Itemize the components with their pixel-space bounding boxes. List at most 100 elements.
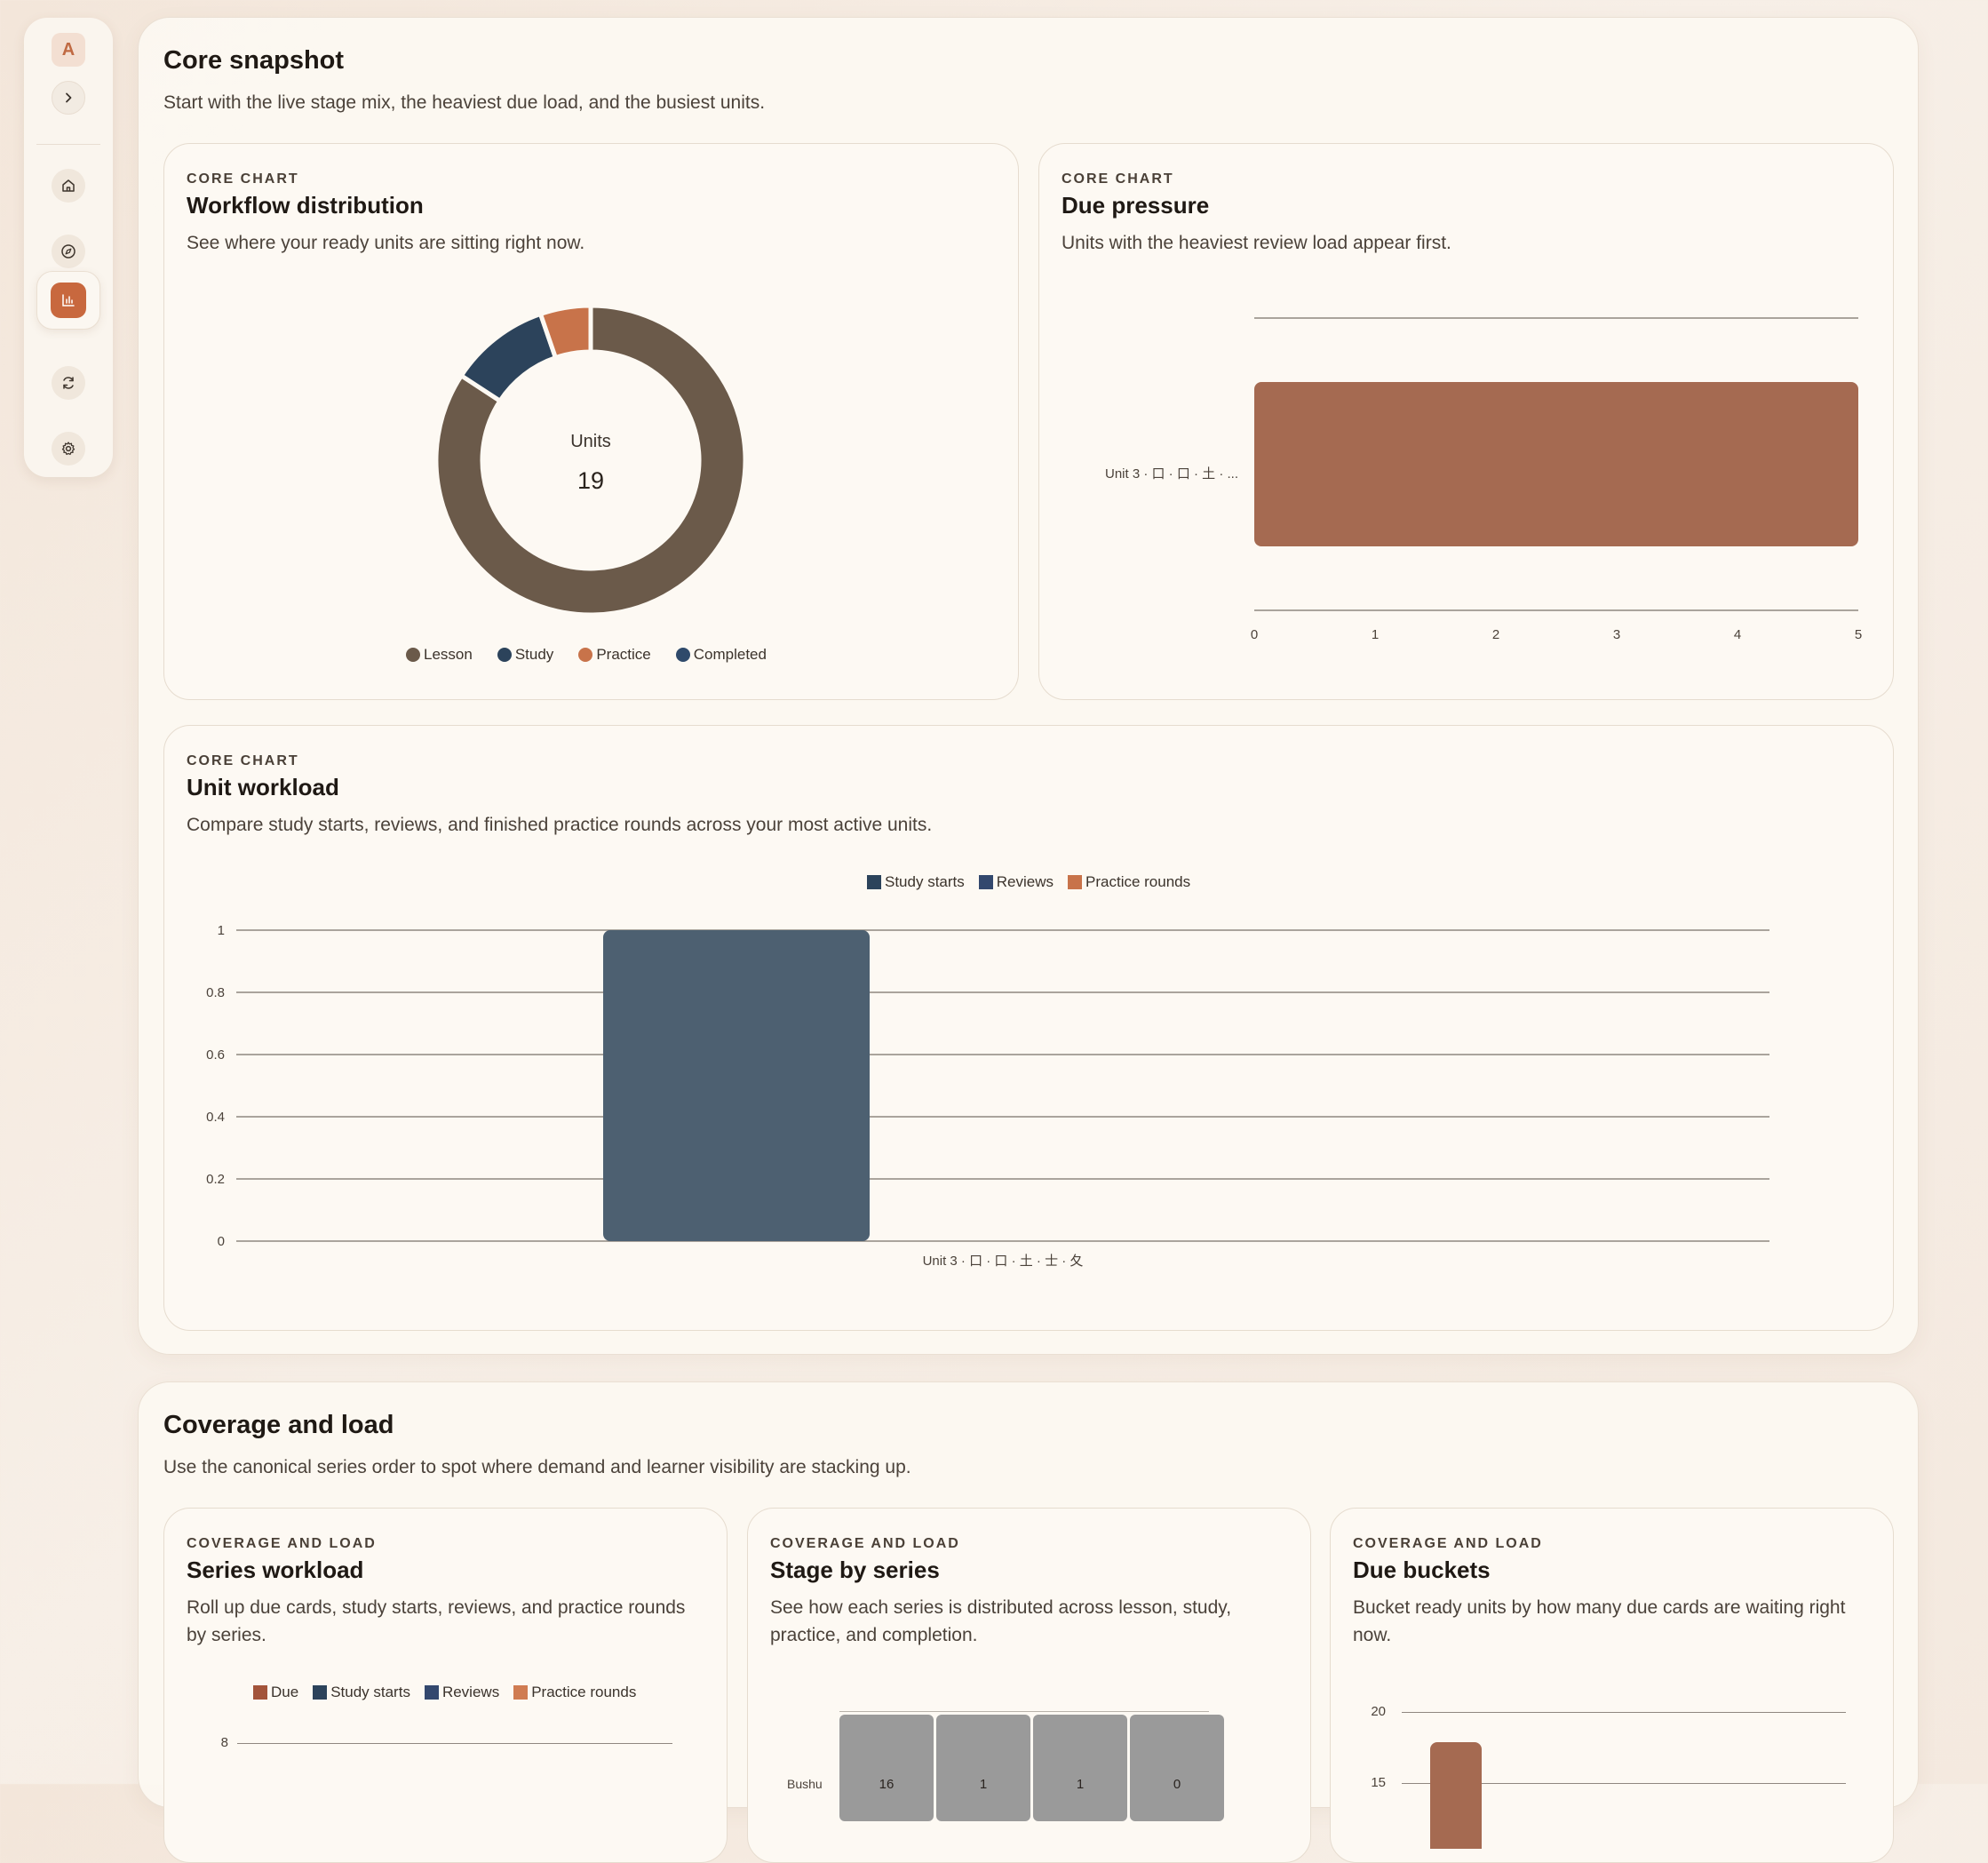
card-subtitle: See where your ready units are sitting r… — [187, 233, 585, 253]
legend-swatch — [675, 648, 690, 662]
x-tick-label: 0 — [1251, 627, 1258, 642]
refresh-icon — [63, 377, 74, 389]
stage-cell[interactable]: 1 — [1033, 1715, 1127, 1821]
legend-item-practice[interactable]: Practice — [578, 646, 651, 664]
sidebar-item-explore[interactable] — [52, 235, 85, 268]
workflow-distribution-card: CORE CHART Workflow distribution See whe… — [163, 143, 1019, 700]
stage-cell[interactable]: 16 — [839, 1715, 934, 1821]
chevron-right-icon — [66, 92, 72, 103]
legend-item-study[interactable]: Study — [497, 646, 553, 664]
y-tick-label: 0.6 — [206, 1047, 225, 1063]
card-eyebrow: CORE CHART — [187, 171, 299, 187]
x-tick-label: 1 — [1372, 627, 1379, 642]
card-title: Stage by series — [770, 1556, 940, 1583]
section-subtitle: Use the canonical series order to spot w… — [163, 1457, 911, 1477]
legend-item-completed[interactable]: Completed — [675, 646, 767, 664]
expand-sidebar-button[interactable] — [52, 81, 85, 115]
legend-label: Due — [271, 1684, 299, 1700]
legend-item-due[interactable]: Due — [253, 1684, 298, 1701]
legend-label: Practice rounds — [531, 1684, 637, 1700]
x-tick-label: 2 — [1492, 627, 1499, 642]
legend-label: Study — [514, 646, 554, 663]
card-eyebrow: COVERAGE AND LOAD — [187, 1536, 377, 1551]
due-buckets-card: COVERAGE AND LOAD Due buckets Bucket rea… — [1330, 1508, 1894, 1863]
bucket-bar[interactable] — [1430, 1742, 1482, 1849]
home-icon — [62, 179, 75, 192]
legend-swatch — [578, 648, 593, 662]
y-tick-label: 0.4 — [206, 1110, 225, 1125]
legend-swatch — [406, 648, 420, 662]
card-title: Series workload — [187, 1556, 364, 1583]
stage-cell[interactable]: 1 — [936, 1715, 1030, 1821]
due-pressure-card: CORE CHART Due pressure Units with the h… — [1038, 143, 1894, 700]
sidebar-item-stats[interactable] — [36, 271, 100, 330]
legend-label: Lesson — [424, 646, 473, 663]
legend-swatch — [424, 1685, 439, 1700]
compass-icon — [61, 244, 76, 259]
workflow-legend: Lesson Study Practice Completed — [406, 646, 767, 664]
legend-label: Completed — [693, 646, 767, 663]
sidebar: A — [24, 18, 113, 477]
x-tick-label: 5 — [1855, 627, 1862, 642]
legend-item-study-starts[interactable]: Study starts — [313, 1684, 410, 1701]
x-category-label: Unit 3 · 口 · 口 · 土 · 士 · 夂 — [923, 1254, 1084, 1269]
core-snapshot-section: Core snapshot Start with the live stage … — [138, 17, 1919, 1355]
card-subtitle: Bucket ready units by how many due cards… — [1353, 1597, 1846, 1645]
sidebar-divider — [36, 144, 100, 145]
card-eyebrow: COVERAGE AND LOAD — [1353, 1536, 1543, 1551]
y-tick-label: 1 — [218, 923, 225, 938]
stage-cell[interactable]: 0 — [1130, 1715, 1224, 1821]
gridline — [1402, 1712, 1846, 1713]
sidebar-item-sync[interactable] — [52, 366, 85, 400]
y-tick-label: 20 — [1371, 1704, 1386, 1719]
due-pressure-bar-chart: 0 1 2 3 4 5 Unit 3 · 口 · 口 · 土 · ... — [1105, 317, 1862, 642]
y-tick-label: 0.8 — [206, 985, 225, 1000]
unit-workload-bar-chart: 1 0.8 0.6 0.4 0.2 0 Unit 3 · 口 · 口 · 土 · 士 · 夂 — [206, 923, 1769, 1269]
sidebar-item-home[interactable] — [52, 169, 85, 203]
legend-label: Practice — [596, 646, 651, 663]
due-bar[interactable] — [1254, 382, 1858, 546]
card-subtitle: See how each series is distributed acros… — [770, 1597, 1232, 1645]
legend-swatch — [313, 1685, 328, 1700]
card-title: Due buckets — [1353, 1556, 1491, 1583]
sidebar-item-stats-badge — [51, 283, 86, 318]
card-subtitle: Roll up due cards, study starts, reviews… — [187, 1597, 686, 1645]
legend-label: Reviews — [441, 1684, 500, 1700]
legend-item-practice-rounds[interactable]: Practice rounds — [513, 1684, 636, 1701]
donut-center-value: 19 — [577, 467, 605, 494]
row-label: Bushu — [787, 1777, 823, 1791]
legend-item-reviews[interactable]: Reviews — [424, 1684, 500, 1701]
section-title: Coverage and load — [163, 1411, 394, 1439]
legend-item-lesson[interactable]: Lesson — [406, 646, 473, 664]
gear-icon — [61, 442, 76, 456]
donut-center-label: Units — [570, 432, 611, 451]
legend-label: Study starts — [330, 1684, 410, 1700]
stage-cells: 16 1 1 0 — [839, 1715, 1224, 1821]
section-subtitle: Start with the live stage mix, the heavi… — [163, 92, 766, 113]
bar-category-label: Unit 3 · 口 · 口 · 土 · ... — [1105, 466, 1238, 482]
workload-bar-study-starts[interactable] — [603, 930, 870, 1241]
legend-swatch — [513, 1685, 529, 1700]
avatar[interactable]: A — [52, 33, 85, 67]
coverage-load-section: Coverage and load Use the canonical seri… — [138, 1381, 1919, 1863]
stage-by-series-card: COVERAGE AND LOAD Stage by series See ho… — [747, 1508, 1311, 1863]
series-workload-card: COVERAGE AND LOAD Series workload Roll u… — [163, 1508, 728, 1863]
unit-workload-card: CORE CHART Unit workload Compare study s… — [163, 725, 1894, 1331]
x-tick-label: 3 — [1613, 627, 1620, 642]
section-title: Core snapshot — [163, 46, 345, 75]
legend-swatch — [253, 1685, 267, 1700]
y-tick-label: 8 — [220, 1735, 228, 1750]
legend-swatch — [497, 648, 512, 662]
x-tick-label: 4 — [1734, 627, 1741, 642]
gridline — [839, 1711, 1209, 1712]
y-tick-label: 0 — [218, 1234, 225, 1249]
gridline — [237, 1743, 672, 1744]
card-title: Workflow distribution — [187, 192, 424, 219]
sidebar-item-settings[interactable] — [52, 432, 85, 466]
workflow-donut-chart — [433, 303, 748, 617]
series-workload-legend: Due Study starts Reviews Practice rounds — [253, 1684, 636, 1701]
bar-chart-icon — [62, 294, 75, 307]
y-tick-label: 0.2 — [206, 1172, 225, 1187]
card-eyebrow: COVERAGE AND LOAD — [770, 1536, 960, 1551]
y-tick-label: 15 — [1371, 1775, 1386, 1790]
